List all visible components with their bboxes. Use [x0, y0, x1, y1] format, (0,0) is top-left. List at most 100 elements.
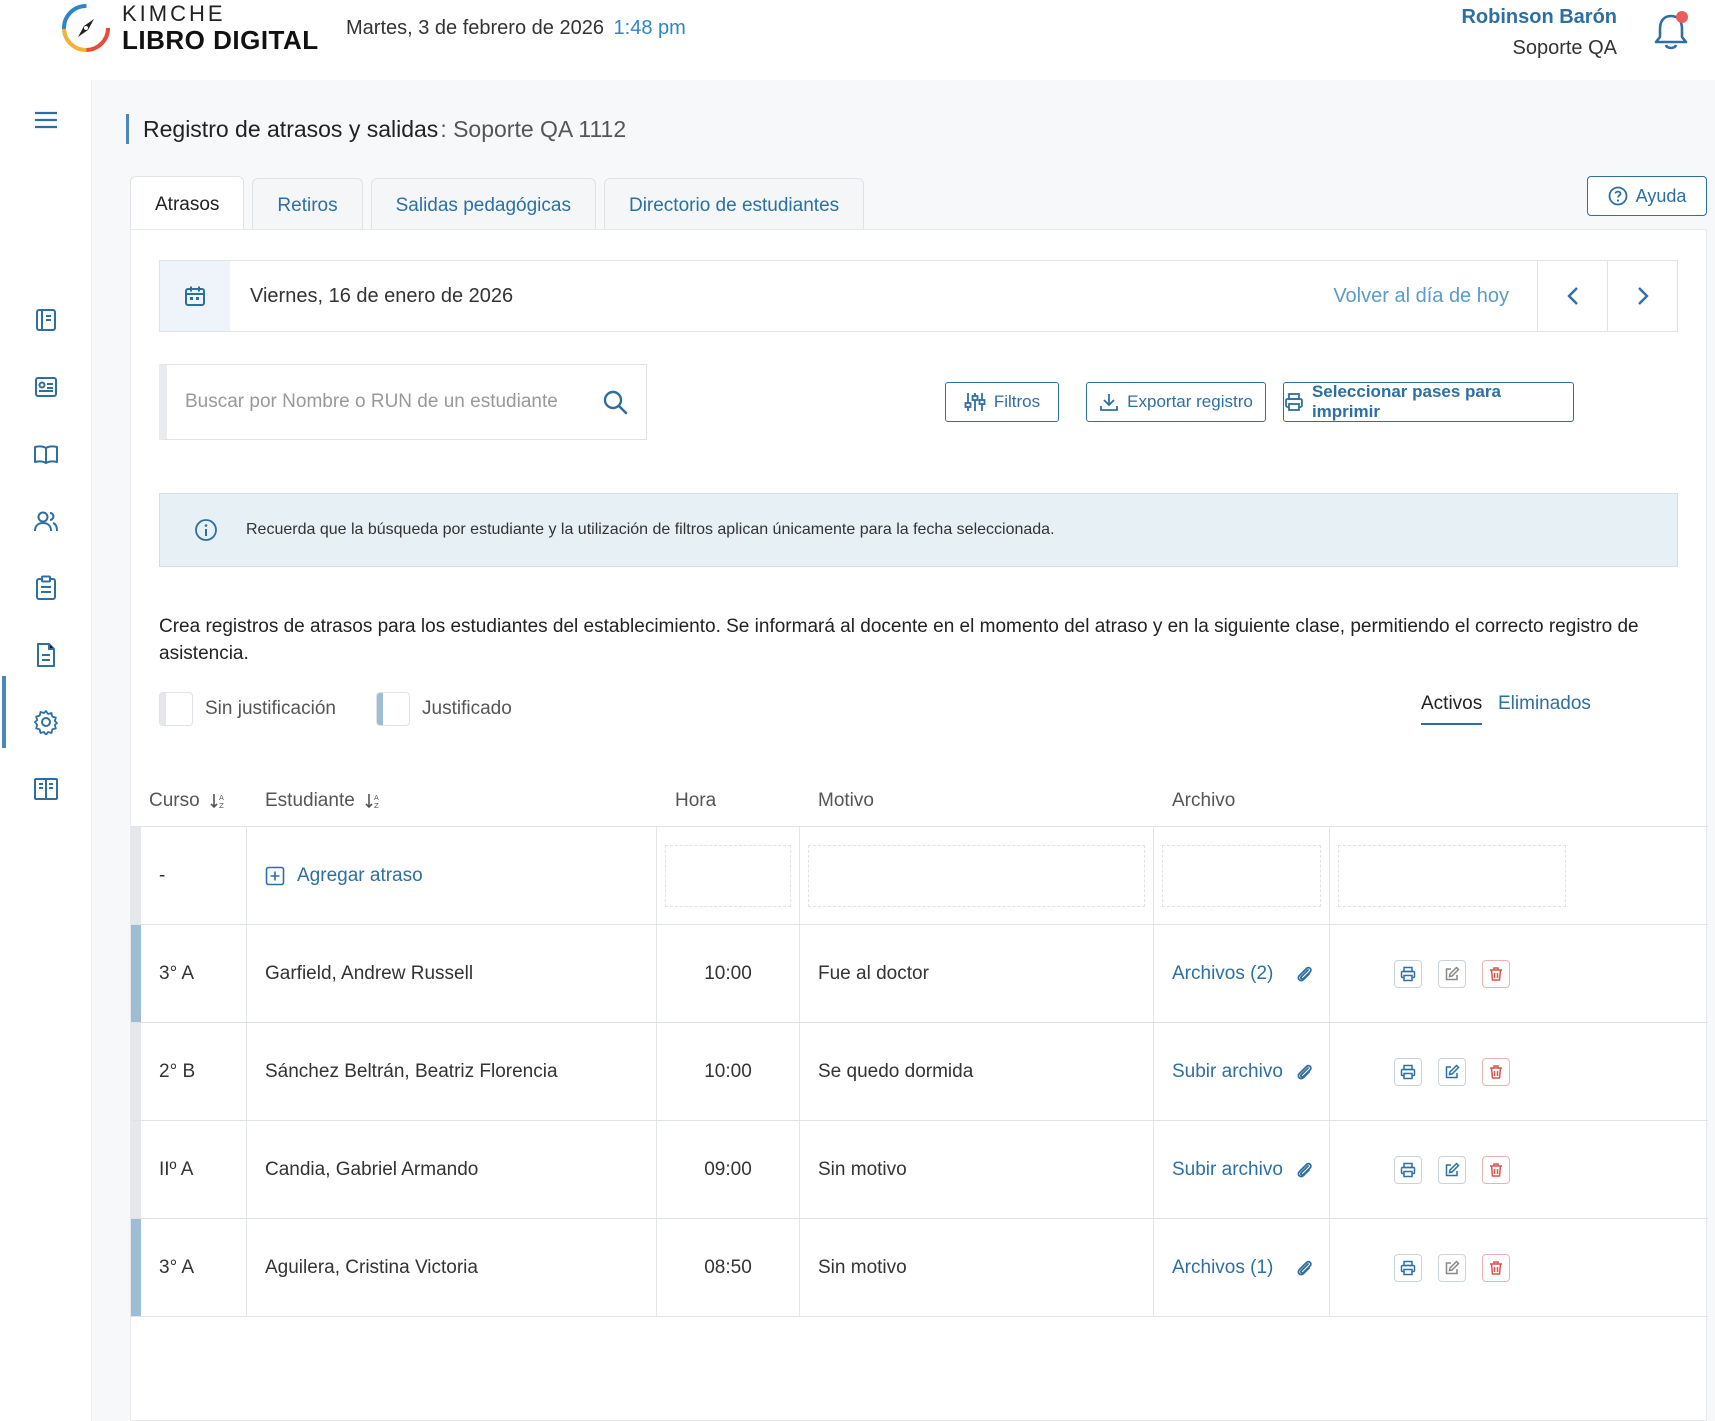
paperclip-icon[interactable] — [1295, 964, 1313, 984]
printer-icon — [1400, 966, 1416, 981]
tab-salidas-pedagogicas[interactable]: Salidas pedagógicas — [370, 178, 596, 232]
column-header-estudiante[interactable]: Estudiante AZ — [247, 790, 657, 812]
cell-archivo[interactable]: Archivos (1) — [1154, 1219, 1330, 1316]
paperclip-icon[interactable] — [1295, 1160, 1313, 1180]
row-status-mark — [131, 827, 141, 924]
column-header-curso[interactable]: Curso AZ — [131, 790, 247, 812]
delete-button[interactable] — [1482, 1253, 1510, 1282]
edit-button[interactable] — [1438, 1057, 1466, 1086]
cell-hora: 09:00 — [657, 1121, 800, 1218]
legend-unjustified-label: Sin justificación — [205, 698, 336, 719]
date-picker-button[interactable] — [160, 261, 230, 331]
column-curso-label: Curso — [149, 789, 200, 811]
cell-motivo: Fue al doctor — [800, 925, 1154, 1022]
open-book-icon — [34, 445, 58, 464]
user-name[interactable]: Robinson Barón — [1461, 6, 1617, 29]
table-row: 3° A Garfield, Andrew Russell 10:00 Fue … — [131, 925, 1708, 1023]
delete-button[interactable] — [1482, 959, 1510, 988]
app-logo[interactable]: KIMCHE LIBRO DIGITAL — [58, 0, 319, 56]
print-pass-button[interactable] — [1394, 1057, 1422, 1086]
edit-icon — [1445, 1161, 1460, 1176]
printer-icon — [1285, 393, 1303, 411]
sidebar-item-settings[interactable] — [28, 704, 64, 740]
sliders-icon — [964, 393, 986, 411]
paperclip-icon[interactable] — [1295, 1062, 1313, 1082]
brand-top: KIMCHE — [122, 1, 226, 26]
help-button[interactable]: Ayuda — [1587, 176, 1707, 216]
row-actions — [1330, 925, 1574, 1022]
sidebar-item-attendance-records[interactable] — [28, 570, 64, 606]
justified-swatch — [376, 692, 410, 726]
cell-curso: IIº A — [141, 1121, 247, 1218]
files-link[interactable]: Archivos (1) — [1172, 1257, 1273, 1279]
printer-icon — [1400, 1064, 1416, 1079]
sidebar-item-manual[interactable] — [28, 771, 64, 807]
search-input[interactable]: Buscar por Nombre o RUN de un estudiante — [185, 391, 602, 413]
trash-icon — [1490, 1260, 1502, 1275]
svg-text:A: A — [374, 794, 379, 802]
tab-atrasos[interactable]: Atrasos — [130, 176, 245, 232]
column-estudiante-label: Estudiante — [265, 789, 355, 811]
delete-button[interactable] — [1482, 1155, 1510, 1184]
book-icon — [34, 778, 58, 800]
sidebar-item-students[interactable] — [28, 503, 64, 539]
upload-file-link[interactable]: Subir archivo — [1172, 1159, 1283, 1181]
print-pass-button[interactable] — [1394, 1155, 1422, 1184]
sidebar-item-documents[interactable] — [28, 637, 64, 673]
cell-estudiante: Aguilera, Cristina Victoria — [247, 1219, 657, 1316]
trash-icon — [1490, 1162, 1502, 1177]
paperclip-icon[interactable] — [1295, 1258, 1313, 1278]
search-icon[interactable] — [602, 389, 628, 415]
print-pass-button[interactable] — [1394, 959, 1422, 988]
row-status-mark — [131, 1219, 141, 1316]
previous-day-button[interactable] — [1537, 261, 1607, 331]
add-tardiness-button[interactable]: Agregar atraso — [247, 827, 657, 924]
files-link[interactable]: Archivos (2) — [1172, 963, 1273, 985]
cell-archivo[interactable]: Archivos (2) — [1154, 925, 1330, 1022]
tab-retiros[interactable]: Retiros — [252, 178, 363, 232]
table-row: 2° B Sánchez Beltrán, Beatriz Florencia … — [131, 1023, 1708, 1121]
date-selector: Viernes, 16 de enero de 2026 Volver al d… — [159, 260, 1678, 332]
legend-justified: Justificado — [376, 692, 512, 726]
filters-label: Filtros — [993, 392, 1041, 411]
svg-text:A: A — [219, 794, 224, 802]
sidebar-item-book[interactable] — [28, 436, 64, 472]
back-to-today-link[interactable]: Volver al día de hoy — [1333, 261, 1537, 331]
printer-icon — [1400, 1260, 1416, 1275]
edit-button[interactable] — [1438, 1155, 1466, 1184]
sidebar-item-student-cards[interactable] — [28, 369, 64, 405]
export-button[interactable]: Exportar registro — [1086, 382, 1266, 422]
upload-file-link[interactable]: Subir archivo — [1172, 1061, 1283, 1083]
sort-icon[interactable]: AZ — [365, 792, 381, 810]
sort-icon[interactable]: AZ — [210, 792, 226, 810]
page-title: Registro de atrasos y salidas : Soporte … — [126, 114, 626, 144]
column-header-archivo: Archivo — [1172, 789, 1236, 811]
edit-button[interactable] — [1438, 1253, 1466, 1282]
view-deleted-toggle[interactable]: Eliminados — [1498, 693, 1591, 715]
edit-button[interactable] — [1438, 959, 1466, 988]
notifications-button[interactable] — [1650, 10, 1692, 54]
cell-curso: 3° A — [141, 1219, 247, 1316]
cell-motivo: Sin motivo — [800, 1121, 1154, 1218]
filters-button[interactable]: Filtros — [945, 382, 1059, 422]
print-passes-button[interactable]: Seleccionar pases para imprimir — [1283, 382, 1574, 422]
user-info[interactable]: Robinson Barón Soporte QA — [1461, 6, 1617, 60]
delete-button[interactable] — [1482, 1057, 1510, 1086]
student-search[interactable]: Buscar por Nombre o RUN de un estudiante — [159, 364, 647, 440]
cell-estudiante: Sánchez Beltrán, Beatriz Florencia — [247, 1023, 657, 1120]
chevron-right-icon — [1637, 287, 1649, 305]
sidebar-item-gradebook[interactable] — [28, 302, 64, 338]
row-actions — [1330, 1219, 1574, 1316]
print-pass-button[interactable] — [1394, 1253, 1422, 1282]
cell-hora: 10:00 — [657, 1023, 800, 1120]
view-active-toggle[interactable]: Activos — [1421, 693, 1483, 725]
add-row-actions-placeholder — [1330, 827, 1574, 924]
download-icon — [1100, 394, 1119, 411]
add-row-archivo-placeholder — [1154, 827, 1330, 924]
menu-toggle-button[interactable] — [28, 102, 64, 138]
id-card-icon — [35, 377, 57, 397]
next-day-button[interactable] — [1607, 261, 1677, 331]
cell-archivo[interactable]: Subir archivo — [1154, 1023, 1330, 1120]
cell-archivo[interactable]: Subir archivo — [1154, 1121, 1330, 1218]
tab-directorio-estudiantes[interactable]: Directorio de estudiantes — [603, 178, 865, 232]
